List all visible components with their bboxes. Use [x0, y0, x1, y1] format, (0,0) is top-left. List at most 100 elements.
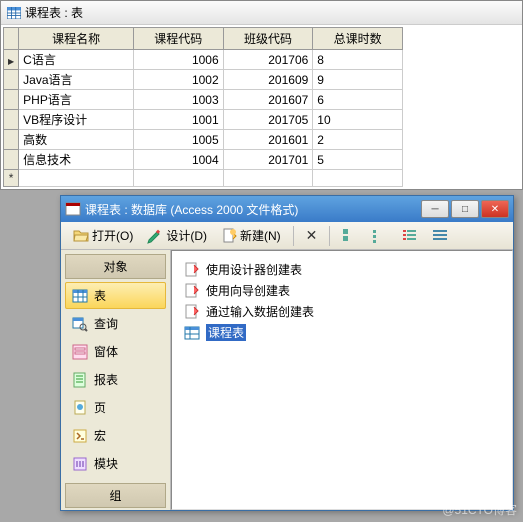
maximize-button[interactable]: □ — [451, 200, 479, 218]
row-selector[interactable] — [4, 130, 19, 150]
col-header[interactable]: 班级代码 — [223, 28, 313, 50]
sidebar-item-macros[interactable]: 宏 — [65, 422, 166, 449]
report-icon — [72, 372, 88, 388]
cell[interactable]: Java语言 — [19, 70, 134, 90]
item-label: 通过输入数据创建表 — [206, 303, 314, 320]
design-button[interactable]: 设计(D) — [141, 224, 213, 247]
cell[interactable]: 201701 — [223, 150, 313, 170]
row-selector[interactable] — [4, 150, 19, 170]
row-selector[interactable] — [4, 170, 19, 187]
cell[interactable]: 信息技术 — [19, 150, 134, 170]
sidebar-item-forms[interactable]: 窗体 — [65, 338, 166, 365]
small-icons-button[interactable] — [366, 225, 394, 247]
query-icon — [72, 316, 88, 332]
datasheet-window: 课程表 : 表 课程名称 课程代码 班级代码 总课时数 C语言100620170… — [0, 0, 523, 190]
create-table-wizard[interactable]: 使用向导创建表 — [180, 280, 504, 301]
module-icon — [72, 456, 88, 472]
create-table-design[interactable]: 使用设计器创建表 — [180, 259, 504, 280]
details-icon — [432, 228, 448, 244]
cell[interactable]: 高数 — [19, 130, 134, 150]
row-selector[interactable] — [4, 90, 19, 110]
sidebar-item-tables[interactable]: 表 — [65, 282, 166, 309]
cell[interactable]: VB程序设计 — [19, 110, 134, 130]
cell[interactable]: 6 — [313, 90, 403, 110]
sidebar-label: 模块 — [94, 455, 118, 472]
sidebar-groups-header[interactable]: 组 — [65, 483, 166, 508]
cell[interactable]: 2 — [313, 130, 403, 150]
design-icon — [147, 228, 163, 244]
cell[interactable]: 201601 — [223, 130, 313, 150]
cell[interactable]: 9 — [313, 70, 403, 90]
cell[interactable]: 201705 — [223, 110, 313, 130]
col-header[interactable]: 课程名称 — [19, 28, 134, 50]
cell[interactable]: 5 — [313, 150, 403, 170]
cell[interactable]: 8 — [313, 50, 403, 70]
large-icons-button[interactable] — [336, 225, 364, 247]
cell[interactable]: 1001 — [133, 110, 223, 130]
cell[interactable]: 201607 — [223, 90, 313, 110]
sidebar-label: 窗体 — [94, 343, 118, 360]
sidebar-header[interactable]: 对象 — [65, 254, 166, 279]
open-button[interactable]: 打开(O) — [67, 224, 139, 247]
design-label: 设计(D) — [166, 227, 207, 244]
table-row[interactable]: Java语言10022016099 — [4, 70, 403, 90]
toolbar-separator — [293, 226, 294, 246]
select-all-corner[interactable] — [4, 28, 19, 50]
sidebar-label: 查询 — [94, 315, 118, 332]
row-selector[interactable] — [4, 110, 19, 130]
table-row[interactable]: 高数10052016012 — [4, 130, 403, 150]
object-list-pane[interactable]: 使用设计器创建表 使用向导创建表 通过输入数据创建表 课程表 — [171, 250, 513, 510]
sidebar-item-modules[interactable]: 模块 — [65, 450, 166, 477]
cell[interactable]: C语言 — [19, 50, 134, 70]
cell[interactable]: 201609 — [223, 70, 313, 90]
cell[interactable] — [223, 170, 313, 187]
cell[interactable]: 201706 — [223, 50, 313, 70]
create-table-entry[interactable]: 通过输入数据创建表 — [180, 301, 504, 322]
database-icon — [65, 202, 81, 216]
sidebar-item-pages[interactable]: 页 — [65, 394, 166, 421]
table-row[interactable]: VB程序设计100120170510 — [4, 110, 403, 130]
cell[interactable]: 10 — [313, 110, 403, 130]
table-row[interactable]: PHP语言10032016076 — [4, 90, 403, 110]
delete-button[interactable]: ✕ — [300, 224, 324, 247]
table-row[interactable]: C语言10062017068 — [4, 50, 403, 70]
wizard-icon — [184, 304, 200, 320]
item-label: 课程表 — [206, 324, 246, 341]
sidebar-label: 页 — [94, 399, 106, 416]
page-icon — [72, 400, 88, 416]
details-view-button[interactable] — [426, 225, 454, 247]
table-icon — [184, 325, 200, 341]
cell[interactable]: 1006 — [133, 50, 223, 70]
cell[interactable]: 1004 — [133, 150, 223, 170]
cell[interactable] — [313, 170, 403, 187]
row-selector[interactable] — [4, 70, 19, 90]
list-view-button[interactable] — [396, 225, 424, 247]
wizard-icon — [184, 262, 200, 278]
col-header[interactable]: 课程代码 — [133, 28, 223, 50]
db-toolbar: 打开(O) 设计(D) 新建(N) ✕ — [61, 222, 513, 250]
table-object-course[interactable]: 课程表 — [180, 322, 504, 343]
cell[interactable]: PHP语言 — [19, 90, 134, 110]
new-button[interactable]: 新建(N) — [215, 224, 287, 247]
sidebar-item-reports[interactable]: 报表 — [65, 366, 166, 393]
cell[interactable]: 1005 — [133, 130, 223, 150]
open-icon — [73, 228, 89, 244]
close-button[interactable]: ✕ — [481, 200, 509, 218]
table-icon — [7, 7, 21, 19]
cell[interactable]: 1002 — [133, 70, 223, 90]
sidebar-label: 宏 — [94, 427, 106, 444]
cell[interactable]: 1003 — [133, 90, 223, 110]
db-titlebar[interactable]: 课程表 : 数据库 (Access 2000 文件格式) ─ □ ✕ — [61, 196, 513, 222]
cell[interactable] — [19, 170, 134, 187]
datasheet-titlebar[interactable]: 课程表 : 表 — [1, 1, 522, 25]
cell[interactable] — [133, 170, 223, 187]
sidebar-label: 报表 — [94, 371, 118, 388]
sidebar-item-queries[interactable]: 查询 — [65, 310, 166, 337]
col-header[interactable]: 总课时数 — [313, 28, 403, 50]
row-selector[interactable] — [4, 50, 19, 70]
new-row[interactable] — [4, 170, 403, 187]
table-row[interactable]: 信息技术10042017015 — [4, 150, 403, 170]
delete-icon: ✕ — [306, 227, 318, 244]
data-grid[interactable]: 课程名称 课程代码 班级代码 总课时数 C语言10062017068Java语言… — [3, 27, 403, 187]
minimize-button[interactable]: ─ — [421, 200, 449, 218]
